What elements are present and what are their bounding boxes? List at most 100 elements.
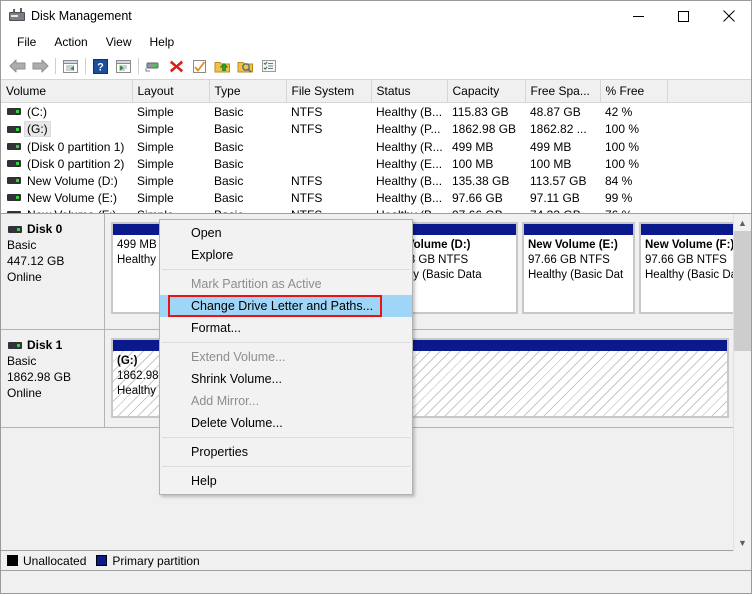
volume-table: Volume Layout Type File System Status Ca… [1, 80, 751, 214]
menu-action[interactable]: Action [45, 33, 96, 52]
cell-file-system: NTFS [291, 122, 323, 136]
cell-type: Basic [214, 122, 244, 136]
context-menu-item-delete-volume[interactable]: Delete Volume... [160, 412, 412, 434]
list-view-icon[interactable] [257, 55, 280, 77]
svg-text:?: ? [97, 61, 104, 73]
cell-percent-free: 100 % [605, 122, 640, 136]
properties-icon[interactable] [142, 55, 165, 77]
table-row[interactable]: New Volume (E:) Simple Basic NTFS Health… [1, 189, 751, 206]
column-header-status[interactable]: Status [371, 80, 448, 103]
disk0-type: Basic [7, 238, 37, 252]
cell-type: Basic [209, 206, 286, 214]
scroll-up-arrow-icon[interactable]: ▲ [734, 214, 751, 231]
refresh-check-icon[interactable] [188, 55, 211, 77]
table-row[interactable]: (C:) Simple Basic NTFS Healthy (B... 115… [1, 103, 751, 121]
back-arrow-icon[interactable] [6, 55, 29, 77]
context-menu-item-extend-volume: Extend Volume... [191, 350, 286, 364]
cell-file-system: NTFS [291, 173, 323, 188]
column-header-volume[interactable]: Volume [1, 80, 133, 103]
context-menu-item-add-mirror: Add Mirror... [191, 394, 260, 408]
scroll-down-arrow-icon[interactable]: ▼ [734, 534, 751, 551]
cell-status: Healthy (E... [376, 156, 443, 171]
table-row[interactable]: (G:) Simple Basic NTFS Healthy (P... 186… [1, 120, 751, 138]
cell-layout: Simple [137, 156, 174, 171]
menu-file[interactable]: File [8, 33, 45, 52]
context-menu-item-shrink-volume[interactable]: Shrink Volume... [160, 368, 412, 390]
disk1-info: Disk 1 Basic 1862.98 GB Online [1, 330, 105, 427]
cell-volume[interactable]: (C:) [1, 103, 132, 121]
context-menu-item-mark-partition-as-active: Mark Partition as Active [191, 277, 322, 291]
partition-disk0-f[interactable]: New Volume (F:) 97.66 GB NTFS Healthy (B… [639, 222, 734, 314]
cell-volume[interactable]: (G:) [1, 120, 132, 138]
context-menu-item-change-drive-letter-and-paths[interactable]: Change Drive Letter and Paths... [160, 295, 412, 317]
column-header-file-system[interactable]: File System [286, 80, 372, 103]
table-row[interactable]: (Disk 0 partition 1) Simple Basic Health… [1, 138, 751, 155]
disk0-state: Online [7, 270, 42, 284]
cell-type: Basic [214, 156, 244, 171]
close-button[interactable] [706, 1, 751, 31]
menu-help[interactable]: Help [141, 33, 184, 52]
column-header-layout[interactable]: Layout [132, 80, 210, 103]
help-icon[interactable]: ? [89, 55, 112, 77]
context-menu-item-open[interactable]: Open [160, 222, 412, 244]
context-menu-separator [162, 342, 410, 343]
legend-item-primary-partition: Primary partition [96, 553, 200, 568]
cell-volume[interactable]: (Disk 0 partition 1) [1, 138, 132, 155]
table-row[interactable]: (Disk 0 partition 2) Simple Basic Health… [1, 155, 751, 172]
volume-drive-icon [6, 175, 22, 186]
cell-blank [667, 103, 751, 121]
minimize-button[interactable] [616, 1, 661, 31]
forward-arrow-icon[interactable] [29, 55, 52, 77]
cell-status: Healthy (B... [376, 173, 443, 188]
context-menu-item-properties[interactable]: Properties [160, 441, 412, 463]
cell-blank [667, 189, 751, 206]
cell-volume[interactable]: (Disk 0 partition 2) [1, 155, 132, 172]
context-menu-item-explore[interactable]: Explore [160, 244, 412, 266]
cell-blank [667, 172, 751, 189]
context-menu-separator [162, 466, 410, 467]
volume-drive-icon [6, 124, 22, 135]
disk1-type: Basic [7, 354, 37, 368]
legend-label-primary-partition: Primary partition [112, 553, 200, 568]
context-menu-item-format[interactable]: Format... [160, 317, 412, 339]
legend-label-unallocated: Unallocated [23, 553, 87, 568]
cell-status: Healthy (B... [371, 206, 447, 214]
column-header-type[interactable]: Type [209, 80, 287, 103]
status-bar [1, 571, 751, 593]
column-header-percent-free[interactable]: % Free [600, 80, 668, 103]
cell-status: Healthy (R... [376, 139, 443, 154]
scrollbar-thumb[interactable] [734, 231, 751, 351]
maximize-button[interactable] [661, 1, 706, 31]
volume-label: (Disk 0 partition 2) [27, 156, 125, 171]
partition-title: New Volume (F:) [645, 239, 734, 251]
cell-volume[interactable]: New Volume (D:) [1, 172, 132, 189]
disk-management-window: Disk Management File Action View Help ? … [0, 0, 752, 594]
table-row[interactable]: New Volume (D:) Simple Basic NTFS Health… [1, 172, 751, 189]
partition-header-bar [524, 224, 633, 235]
volume-drive-icon [6, 141, 22, 152]
volume-list[interactable]: Volume Layout Type File System Status Ca… [1, 80, 751, 214]
cell-volume[interactable]: New Volume (E:) [1, 189, 132, 206]
context-menu-item-help[interactable]: Help [160, 470, 412, 492]
column-header-capacity[interactable]: Capacity [447, 80, 526, 103]
cell-volume[interactable]: New Volume (F:) [1, 206, 132, 213]
export-up-icon[interactable] [211, 55, 234, 77]
up-one-level-icon[interactable] [59, 55, 82, 77]
menu-view[interactable]: View [97, 33, 141, 52]
cell-capacity: 1862.98 GB [452, 122, 517, 136]
rescan-disks-icon[interactable] [234, 55, 257, 77]
show-hide-console-tree-icon[interactable] [112, 55, 135, 77]
legend-item-unallocated: Unallocated [7, 554, 86, 568]
disk-pane-scrollbar[interactable]: ▲ ▼ [733, 214, 751, 551]
table-row[interactable]: New Volume (F:) Simple Basic NTFS Health… [1, 206, 751, 214]
column-header-blank[interactable] [667, 80, 751, 103]
partition-disk0-e[interactable]: New Volume (E:) 97.66 GB NTFS Healthy (B… [522, 222, 635, 314]
volume-label: (Disk 0 partition 1) [27, 139, 125, 154]
cell-percent-free: 76 % [600, 206, 667, 214]
cell-capacity: 135.38 GB [452, 173, 510, 188]
column-header-free-space[interactable]: Free Spa... [525, 80, 601, 103]
cell-status: Healthy (B... [376, 104, 443, 119]
delete-icon[interactable] [165, 55, 188, 77]
volume-table-header-row: Volume Layout Type File System Status Ca… [1, 80, 751, 103]
disk0-info: Disk 0 Basic 447.12 GB Online [1, 214, 105, 329]
